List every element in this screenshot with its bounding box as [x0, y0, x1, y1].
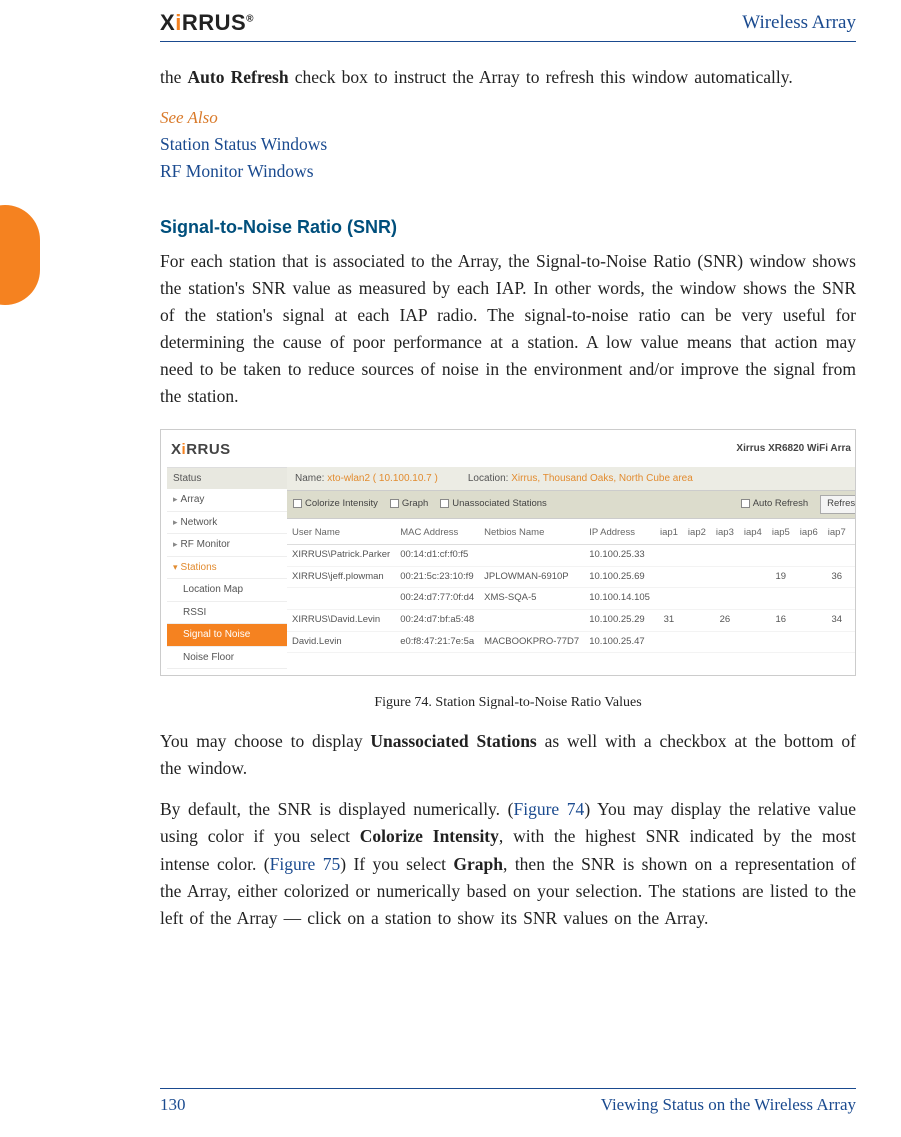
subnav-rssi[interactable]: RSSI — [167, 602, 287, 625]
header-title: Wireless Array — [742, 12, 856, 34]
shot-sidebar: Status ▸Array ▸Network ▸RF Monitor ▾Stat… — [167, 467, 287, 670]
nav-array[interactable]: ▸Array — [167, 489, 287, 512]
table-row[interactable]: David.Levine0:f8:47:21:7e:5aMACBOOKPRO-7… — [287, 631, 856, 653]
screenshot-mock: XiRRUS Xirrus XR6820 WiFi Arra Status ▸A… — [160, 429, 856, 677]
link-rf-monitor[interactable]: RF Monitor Windows — [160, 158, 856, 184]
cb-graph[interactable]: Graph — [390, 497, 428, 512]
shot-model: Xirrus XR6820 WiFi Arra — [736, 441, 851, 457]
link-fig75[interactable]: Figure 75 — [270, 854, 341, 874]
nav-rfmonitor[interactable]: ▸RF Monitor — [167, 534, 287, 557]
figure-caption: Figure 74. Station Signal-to-Noise Ratio… — [160, 692, 856, 714]
subnav-noisefloor[interactable]: Noise Floor — [167, 647, 287, 670]
header-rule: Wireless Array — [160, 10, 856, 42]
snr-table: User NameMAC AddressNetbios NameIP Addre… — [287, 523, 856, 653]
table-row[interactable]: XIRRUS\Patrick.Parker00:14:d1:cf:f0:f510… — [287, 544, 856, 566]
subnav-location[interactable]: Location Map — [167, 579, 287, 602]
refresh-button[interactable]: Refresh — [820, 495, 856, 514]
link-station-status[interactable]: Station Status Windows — [160, 131, 856, 157]
col-iap4: iap4 — [739, 523, 767, 544]
col-iap3: iap3 — [711, 523, 739, 544]
col-iap1: iap1 — [655, 523, 683, 544]
page-footer: 130 Viewing Status on the Wireless Array — [160, 1088, 856, 1115]
subnav-snr[interactable]: Signal to Noise — [167, 624, 287, 647]
col-ip-address: IP Address — [584, 523, 655, 544]
cb-colorize[interactable]: Colorize Intensity — [293, 497, 378, 512]
auto-refresh-term: Auto Refresh — [188, 67, 289, 87]
col-iap2: iap2 — [683, 523, 711, 544]
nav-header: Status — [167, 468, 287, 490]
col-iap: iap — [851, 523, 856, 544]
col-iap5: iap5 — [767, 523, 795, 544]
see-also-heading: See Also — [160, 105, 856, 131]
section-heading-snr: Signal-to-Noise Ratio (SNR) — [160, 214, 856, 242]
col-mac-address: MAC Address — [395, 523, 479, 544]
page-number: 130 — [160, 1095, 186, 1115]
link-fig74[interactable]: Figure 74 — [514, 799, 585, 819]
intro-paragraph: the Auto Refresh check box to instruct t… — [160, 64, 856, 91]
col-netbios-name: Netbios Name — [479, 523, 584, 544]
figure-74: XiRRUS Xirrus XR6820 WiFi Arra Status ▸A… — [160, 429, 856, 714]
cb-unassoc[interactable]: Unassociated Stations — [440, 497, 547, 512]
cb-autorefresh[interactable]: Auto Refresh — [741, 497, 808, 512]
col-iap6: iap6 — [795, 523, 823, 544]
nav-network[interactable]: ▸Network — [167, 512, 287, 535]
col-user-name: User Name — [287, 523, 395, 544]
table-row[interactable]: XIRRUS\David.Levin00:24:d7:bf:a5:4810.10… — [287, 609, 856, 631]
after-p2: By default, the SNR is displayed numeric… — [160, 796, 856, 932]
footer-section: Viewing Status on the Wireless Array — [601, 1095, 856, 1115]
table-row[interactable]: 00:24:d7:77:0f:d4XMS-SQA-510.100.14.105 — [287, 588, 856, 610]
nav-stations[interactable]: ▾Stations — [167, 557, 287, 580]
snr-paragraph: For each station that is associated to t… — [160, 248, 856, 411]
shot-toolbar: Colorize Intensity Graph Unassociated St… — [287, 490, 856, 519]
shot-infobar: Name: xto-wlan2 ( 10.100.10.7 ) Location… — [287, 467, 856, 491]
col-iap7: iap7 — [823, 523, 851, 544]
after-p1: You may choose to display Unassociated S… — [160, 728, 856, 782]
shot-logo: XiRRUS — [171, 438, 231, 461]
table-row[interactable]: XIRRUS\jeff.plowman00:21:5c:23:10:f9JPLO… — [287, 566, 856, 588]
section-tab — [0, 205, 40, 305]
